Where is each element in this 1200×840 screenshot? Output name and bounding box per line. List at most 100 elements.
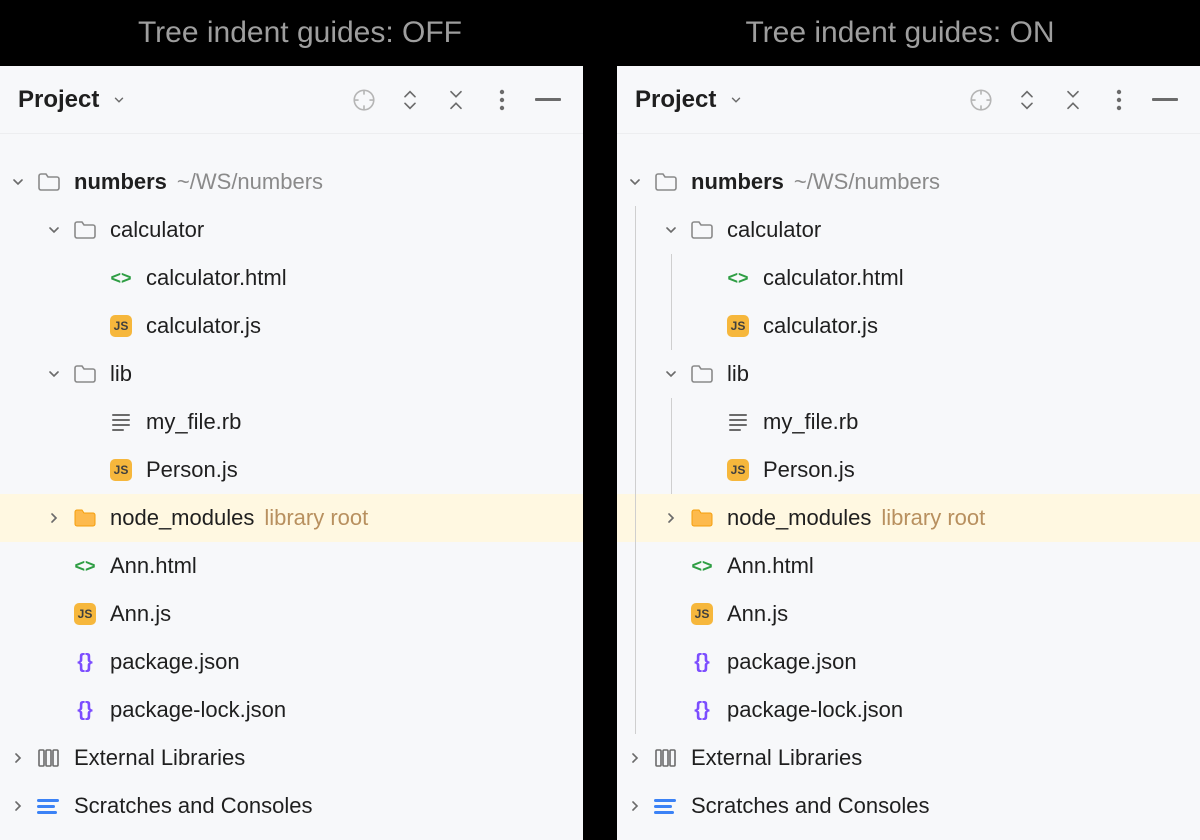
- html-icon: <>: [725, 265, 751, 291]
- chevron-right-icon: [617, 734, 653, 782]
- tree-row-file[interactable]: <> calculator.html: [0, 254, 583, 302]
- minimize-icon[interactable]: [1152, 87, 1178, 113]
- tree-label: node_modules: [110, 505, 254, 531]
- tree-row-root[interactable]: numbers ~/WS/numbers: [0, 158, 583, 206]
- folder-icon: [36, 169, 62, 195]
- tree-row-folder[interactable]: node_modules library root: [617, 494, 1200, 542]
- expand-all-icon[interactable]: [1014, 87, 1040, 113]
- tree-row-root[interactable]: numbers ~/WS/numbers: [617, 158, 1200, 206]
- tree-label: node_modules: [727, 505, 871, 531]
- tree-label: Ann.html: [110, 553, 197, 579]
- folder-library-icon: [72, 505, 98, 531]
- collapse-all-icon[interactable]: [443, 87, 469, 113]
- tree-label: my_file.rb: [146, 409, 241, 435]
- tree-label: Scratches and Consoles: [691, 793, 929, 819]
- chevron-right-icon: [36, 494, 72, 542]
- tree-label: calculator.html: [763, 265, 904, 291]
- tree-label: lib: [110, 361, 132, 387]
- tree-row-folder[interactable]: lib: [617, 350, 1200, 398]
- js-icon: JS: [689, 601, 715, 627]
- tree-label: package-lock.json: [727, 697, 903, 723]
- tree-row-file[interactable]: JS Person.js: [617, 446, 1200, 494]
- chevron-down-icon: [729, 93, 743, 107]
- tree-label: Person.js: [146, 457, 238, 483]
- tree-row-file[interactable]: JS Ann.js: [0, 590, 583, 638]
- tree-row-file[interactable]: {} package-lock.json: [0, 686, 583, 734]
- file-tree: numbers ~/WS/numbers calculator <> calcu…: [0, 134, 583, 840]
- chevron-right-icon: [0, 782, 36, 830]
- text-file-icon: [725, 409, 751, 435]
- panel-title[interactable]: Project: [18, 86, 126, 114]
- expand-all-icon[interactable]: [397, 87, 423, 113]
- tree-label: Ann.js: [727, 601, 788, 627]
- json-icon: {}: [72, 697, 98, 723]
- folder-icon: [72, 361, 98, 387]
- more-icon[interactable]: [489, 87, 515, 113]
- tree-label: calculator.html: [146, 265, 287, 291]
- html-icon: <>: [689, 553, 715, 579]
- json-icon: {}: [689, 697, 715, 723]
- tree-row-external-libs[interactable]: External Libraries: [617, 734, 1200, 782]
- tree-row-scratches[interactable]: Scratches and Consoles: [617, 782, 1200, 830]
- json-icon: {}: [689, 649, 715, 675]
- tree-row-file[interactable]: <> Ann.html: [617, 542, 1200, 590]
- tree-label: package.json: [110, 649, 240, 675]
- chevron-down-icon: [112, 93, 126, 107]
- chevron-down-icon: [653, 350, 689, 398]
- folder-icon: [72, 217, 98, 243]
- js-icon: JS: [725, 457, 751, 483]
- target-icon[interactable]: [968, 87, 994, 113]
- chevron-right-icon: [0, 734, 36, 782]
- tree-label: External Libraries: [691, 745, 862, 771]
- panel-title[interactable]: Project: [635, 86, 743, 114]
- title-guides-on: Tree indent guides: ON: [600, 0, 1200, 66]
- tree-row-file[interactable]: my_file.rb: [617, 398, 1200, 446]
- tree-label: my_file.rb: [763, 409, 858, 435]
- tree-row-folder[interactable]: calculator: [617, 206, 1200, 254]
- chevron-down-icon: [36, 206, 72, 254]
- project-panel-off: Project: [0, 66, 583, 840]
- tree-label: numbers: [74, 169, 167, 195]
- folder-library-icon: [689, 505, 715, 531]
- tree-label: package-lock.json: [110, 697, 286, 723]
- tree-row-folder[interactable]: node_modules library root: [0, 494, 583, 542]
- chevron-down-icon: [617, 158, 653, 206]
- tree-row-file[interactable]: JS Ann.js: [617, 590, 1200, 638]
- project-panel-on: Project: [617, 66, 1200, 840]
- tree-row-file[interactable]: JS Person.js: [0, 446, 583, 494]
- tree-row-file[interactable]: JS calculator.js: [0, 302, 583, 350]
- js-icon: JS: [108, 313, 134, 339]
- tree-sublabel: library root: [264, 505, 368, 531]
- minimize-icon[interactable]: [535, 87, 561, 113]
- folder-icon: [653, 169, 679, 195]
- folder-icon: [689, 217, 715, 243]
- more-icon[interactable]: [1106, 87, 1132, 113]
- tree-row-file[interactable]: {} package.json: [617, 638, 1200, 686]
- library-icon: [36, 745, 62, 771]
- tree-row-file[interactable]: {} package-lock.json: [617, 686, 1200, 734]
- tree-row-file[interactable]: <> Ann.html: [0, 542, 583, 590]
- chevron-right-icon: [653, 494, 689, 542]
- tree-row-scratches[interactable]: Scratches and Consoles: [0, 782, 583, 830]
- html-icon: <>: [108, 265, 134, 291]
- tree-row-file[interactable]: JS calculator.js: [617, 302, 1200, 350]
- tree-row-folder[interactable]: calculator: [0, 206, 583, 254]
- tree-row-external-libs[interactable]: External Libraries: [0, 734, 583, 782]
- tree-label: calculator.js: [146, 313, 261, 339]
- tree-label: Scratches and Consoles: [74, 793, 312, 819]
- tree-label: calculator: [727, 217, 821, 243]
- tree-label: numbers: [691, 169, 784, 195]
- tree-row-file[interactable]: {} package.json: [0, 638, 583, 686]
- tree-sublabel: ~/WS/numbers: [794, 169, 940, 195]
- target-icon[interactable]: [351, 87, 377, 113]
- collapse-all-icon[interactable]: [1060, 87, 1086, 113]
- js-icon: JS: [72, 601, 98, 627]
- tree-row-file[interactable]: <> calculator.html: [617, 254, 1200, 302]
- tree-sublabel: ~/WS/numbers: [177, 169, 323, 195]
- json-icon: {}: [72, 649, 98, 675]
- tree-row-file[interactable]: my_file.rb: [0, 398, 583, 446]
- tree-row-folder[interactable]: lib: [0, 350, 583, 398]
- text-file-icon: [108, 409, 134, 435]
- tree-label: Ann.html: [727, 553, 814, 579]
- chevron-down-icon: [0, 158, 36, 206]
